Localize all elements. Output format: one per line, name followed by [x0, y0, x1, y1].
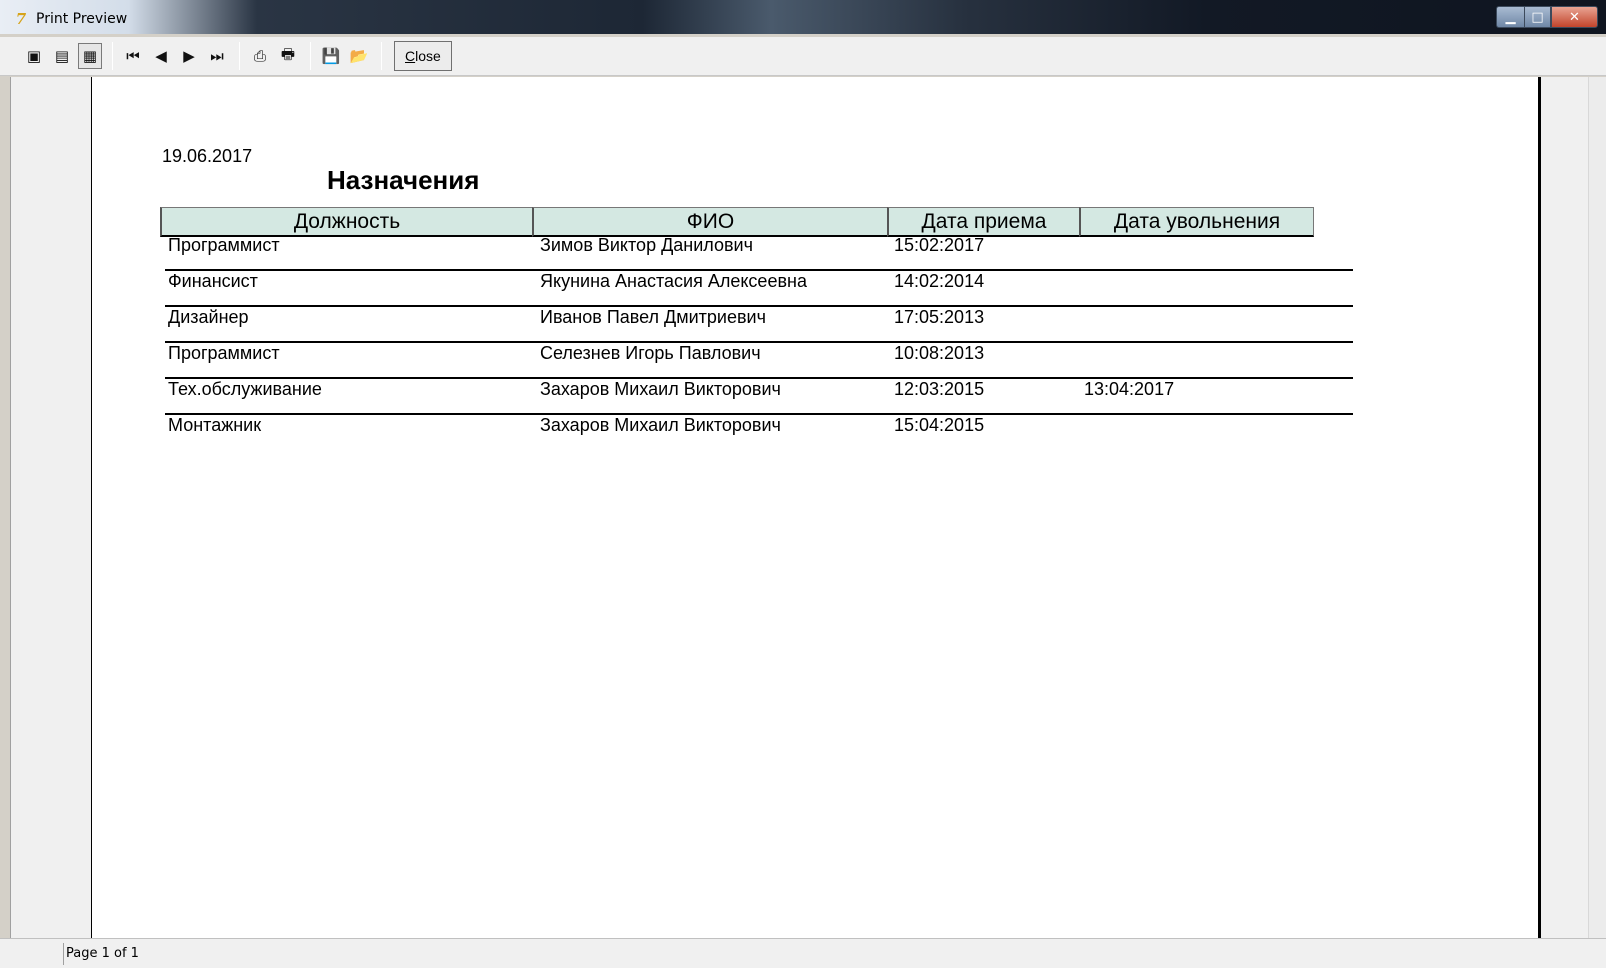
table-cell: 14:02:2014	[894, 271, 985, 291]
table-cell: Захаров Михаил Викторович	[540, 379, 781, 399]
table-cell: Монтажник	[168, 415, 262, 435]
whole-page-icon[interactable]: ▣	[22, 43, 46, 69]
save-icon[interactable]: 💾	[319, 43, 343, 69]
report-date: 19.06.2017	[162, 146, 253, 166]
table-cell: Программист	[168, 343, 280, 363]
column-header-dismissal-date: Дата увольнения	[1079, 207, 1314, 237]
table-cell: Программист	[168, 235, 280, 255]
preview-toolbar: ▣ ▤ ▦ ⏮ ◀ ▶ ⏭ ⎙ 🖶 💾 📂 Close	[0, 37, 1606, 76]
column-header-name: ФИО	[532, 207, 887, 237]
report-page: 19.06.2017 Назначения Должность ФИО Дата…	[91, 77, 1541, 938]
toolbar-separator	[112, 42, 113, 70]
app-icon: 7	[15, 10, 27, 28]
window-controls: ▁ □ ✕	[1496, 6, 1598, 28]
print-icon[interactable]: 🖶	[276, 43, 300, 69]
first-page-icon[interactable]: ⏮	[121, 43, 145, 69]
page-indicator: Page 1 of 1	[63, 943, 1603, 965]
table-cell: 15:02:2017	[894, 235, 985, 255]
vertical-scrollbar[interactable]	[1588, 77, 1606, 938]
last-page-icon[interactable]: ⏭	[205, 43, 229, 69]
column-header-position: Должность	[160, 207, 532, 237]
title-bar: 7 Print Preview ▁ □ ✕	[0, 0, 1606, 34]
table-cell: Якунина Анастасия Алексеевна	[540, 271, 807, 291]
status-panel-empty	[8, 943, 60, 965]
printer-setup-icon[interactable]: ⎙	[248, 43, 272, 69]
table-cell: 12:03:2015	[894, 379, 985, 399]
window-close-button[interactable]: ✕	[1551, 6, 1598, 28]
table-cell: Захаров Михаил Викторович	[540, 415, 781, 435]
table-cell: Иванов Павел Дмитриевич	[540, 307, 766, 327]
toolbar-separator	[239, 42, 240, 70]
status-bar: Page 1 of 1	[0, 938, 1606, 968]
minimize-button[interactable]: ▁	[1496, 6, 1524, 28]
table-cell: 17:05:2013	[894, 307, 985, 327]
table-cell: 10:08:2013	[894, 343, 985, 363]
close-button-label: lose	[415, 48, 441, 64]
zoom-100-icon[interactable]: ▦	[78, 43, 102, 69]
page-width-icon[interactable]: ▤	[50, 43, 74, 69]
table-cell: Финансист	[168, 271, 258, 291]
prior-page-icon[interactable]: ◀	[149, 43, 173, 69]
toolbar-separator	[381, 42, 382, 70]
open-icon[interactable]: 📂	[347, 43, 371, 69]
table-cell: Тех.обслуживание	[168, 379, 322, 399]
close-button[interactable]: Close	[394, 41, 452, 71]
table-cell: 15:04:2015	[894, 415, 985, 435]
table-cell: Селезнев Игорь Павлович	[540, 343, 761, 363]
preview-workspace[interactable]: 19.06.2017 Назначения Должность ФИО Дата…	[10, 77, 1606, 938]
maximize-button[interactable]: □	[1524, 6, 1551, 28]
table-cell: Дизайнер	[168, 307, 249, 327]
next-page-icon[interactable]: ▶	[177, 43, 201, 69]
report-title: Назначения	[327, 165, 480, 195]
toolbar-separator	[310, 42, 311, 70]
column-header-hire-date: Дата приема	[887, 207, 1079, 237]
table-cell: Зимов Виктор Данилович	[540, 235, 753, 255]
close-button-accel: C	[405, 48, 416, 64]
table-cell: 13:04:2017	[1084, 379, 1175, 399]
window-title: Print Preview	[36, 11, 128, 27]
